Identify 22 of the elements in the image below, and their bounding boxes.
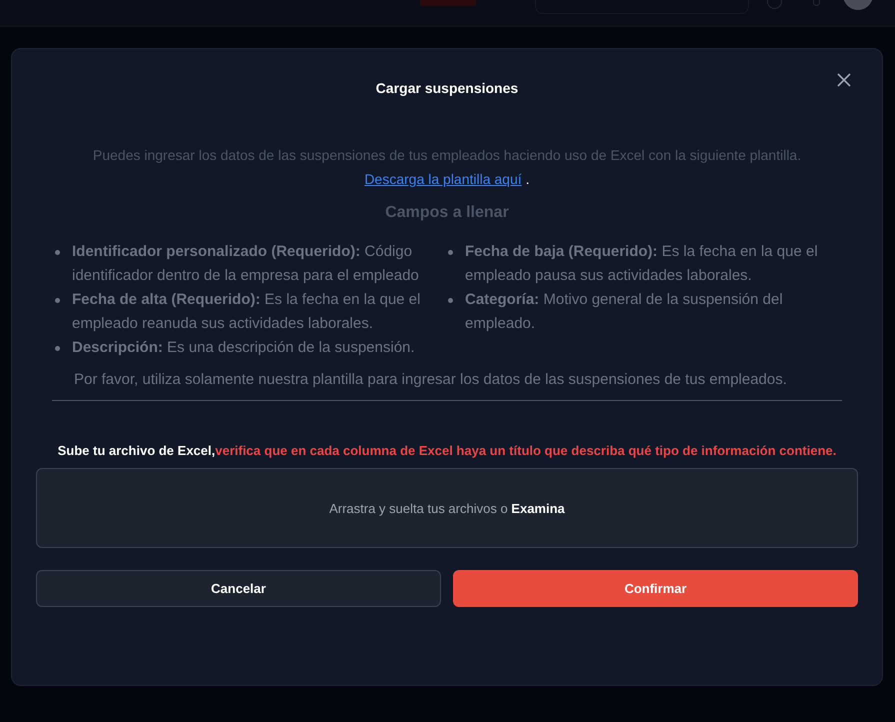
close-icon[interactable] <box>836 72 852 88</box>
fields-heading: Campos a llenar <box>384 203 510 223</box>
upload-warning: verifica que en cada columna de Excel haya un título que describa qué tipo de información contiene. <box>215 443 836 458</box>
modal-title: Cargar suspensiones <box>376 80 518 96</box>
field-description: Descripción: Es una descripción de la suspensión. <box>72 338 415 358</box>
period-text: . <box>526 171 530 187</box>
bullet-icon <box>55 298 60 303</box>
note-text: Por favor, utiliza solamente nuestra plantilla para ingresar los datos de las suspensiones de tus empleados. <box>74 370 788 390</box>
bullet-icon <box>55 250 60 255</box>
bullet-icon <box>448 298 453 303</box>
download-template-link[interactable]: Descarga la plantilla aquí <box>364 171 526 187</box>
bullet-icon <box>55 346 60 351</box>
field-description: Fecha de baja (Requerido): Es la fecha en la que el empleado pausa sus actividades laborales. <box>465 242 819 286</box>
confirm-button[interactable]: Confirmar <box>453 570 858 607</box>
upload-label: Sube tu archivo de Excel, <box>58 443 216 458</box>
field-description: Identificador personalizado (Requerido): Código identificador dentro de la empresa para el empleado <box>72 242 420 286</box>
field-description: Fecha de alta (Requerido): Es la fecha en la que el empleado reanuda sus actividades laborales. <box>72 290 422 334</box>
field-description: Categoría: Motivo general de la suspensión del empleado. <box>465 290 784 334</box>
file-dropzone[interactable]: Arrastra y suelta tus archivos o Examina <box>36 468 858 548</box>
bullet-icon <box>448 250 453 255</box>
cancel-button[interactable]: Cancelar <box>36 570 441 607</box>
intro-text: Puedes ingresar los datos de las suspensiones de tus empleados haciendo uso de Excel con la siguiente plantilla. <box>92 146 802 165</box>
